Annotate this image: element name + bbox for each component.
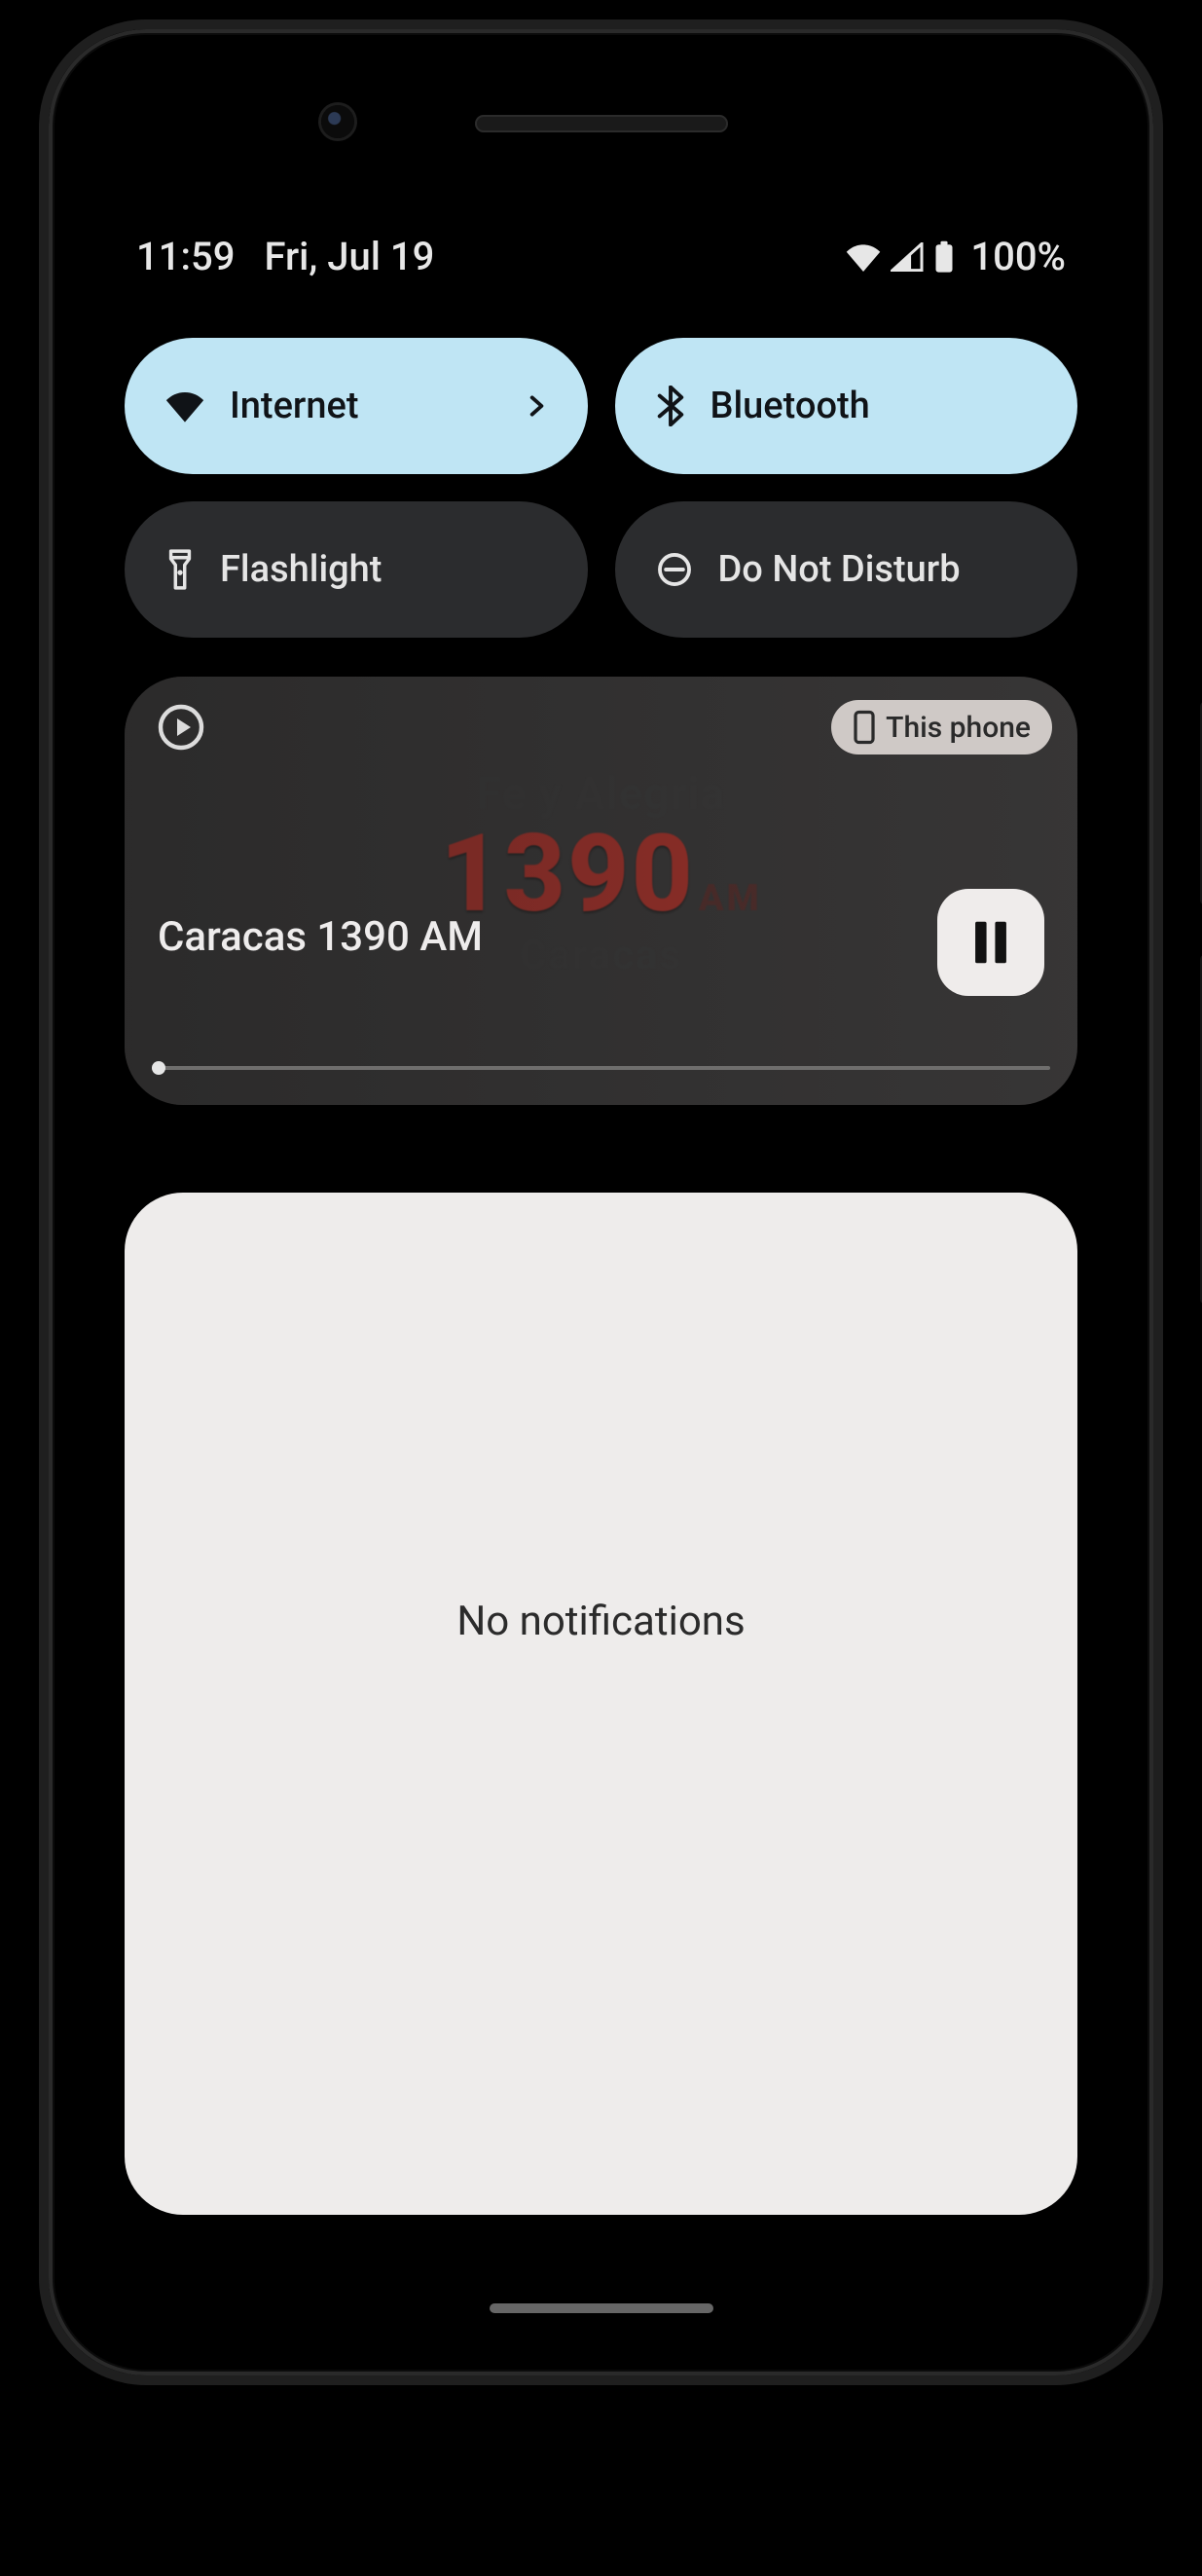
status-date: Fri, Jul 19 bbox=[264, 234, 434, 279]
media-output-label: This phone bbox=[886, 711, 1031, 745]
status-time: 11:59 bbox=[136, 234, 235, 279]
pause-icon bbox=[971, 920, 1010, 965]
cellular-icon bbox=[891, 242, 924, 272]
tile-label: Do Not Disturb bbox=[718, 548, 961, 591]
tile-dnd[interactable]: Do Not Disturb bbox=[615, 501, 1078, 638]
dnd-icon bbox=[656, 551, 693, 588]
tile-label: Flashlight bbox=[220, 548, 382, 591]
battery-percent: 100% bbox=[970, 234, 1066, 279]
media-output-chip[interactable]: This phone bbox=[831, 700, 1052, 754]
wifi-icon bbox=[165, 389, 204, 423]
tile-bluetooth[interactable]: Bluetooth bbox=[615, 338, 1078, 474]
phone-icon bbox=[853, 710, 876, 745]
phone-frame: 11:59 Fri, Jul 19 100% bbox=[39, 19, 1163, 2385]
tile-label: Internet bbox=[230, 385, 359, 427]
tile-internet[interactable]: Internet bbox=[125, 338, 588, 474]
no-notifications-label: No notifications bbox=[456, 1598, 745, 1645]
front-camera bbox=[321, 105, 354, 138]
nav-handle[interactable] bbox=[490, 2303, 713, 2313]
seek-bar[interactable] bbox=[152, 1066, 1050, 1070]
tile-flashlight[interactable]: Flashlight bbox=[125, 501, 588, 638]
notifications-panel[interactable]: No notifications bbox=[125, 1193, 1077, 2215]
chevron-right-icon bbox=[524, 393, 549, 419]
media-card[interactable]: Fe y Alegria 1390 AM Caracas This phone bbox=[125, 677, 1077, 1105]
battery-icon bbox=[933, 240, 955, 274]
quick-settings: Internet Bluetooth Flashlight bbox=[78, 299, 1124, 647]
wifi-icon bbox=[846, 242, 881, 272]
speaker-grill bbox=[475, 115, 728, 132]
seek-thumb[interactable] bbox=[152, 1061, 165, 1075]
status-bar: 11:59 Fri, Jul 19 100% bbox=[78, 166, 1124, 299]
bluetooth-icon bbox=[656, 386, 685, 426]
screen: 11:59 Fri, Jul 19 100% bbox=[78, 166, 1124, 2346]
media-title: Caracas 1390 AM bbox=[158, 913, 483, 961]
media-app-icon bbox=[158, 704, 204, 751]
flashlight-icon bbox=[165, 548, 195, 591]
pause-button[interactable] bbox=[937, 889, 1044, 996]
tile-label: Bluetooth bbox=[710, 385, 870, 427]
